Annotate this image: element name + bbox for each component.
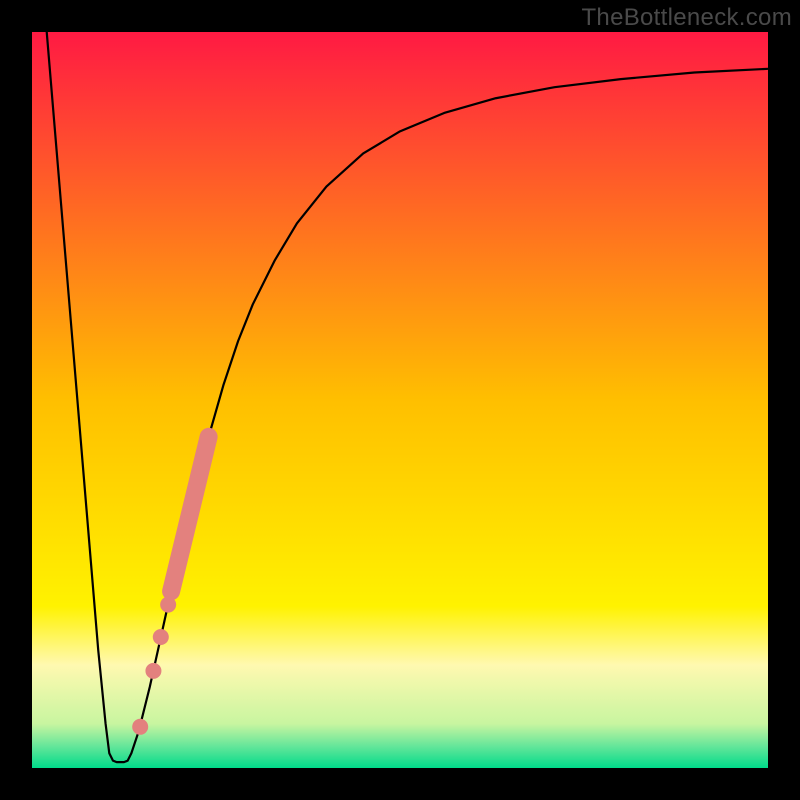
- tested-dots-dot: [132, 719, 148, 735]
- bottleneck-chart: [0, 0, 800, 800]
- frame-left: [0, 0, 32, 800]
- chart-container: TheBottleneck.com: [0, 0, 800, 800]
- tested-dots-dot: [153, 629, 169, 645]
- plot-background: [32, 32, 768, 768]
- watermark-text: TheBottleneck.com: [581, 4, 792, 32]
- frame-bottom: [0, 768, 800, 800]
- tested-dots-dot: [145, 663, 161, 679]
- frame-right: [768, 0, 800, 800]
